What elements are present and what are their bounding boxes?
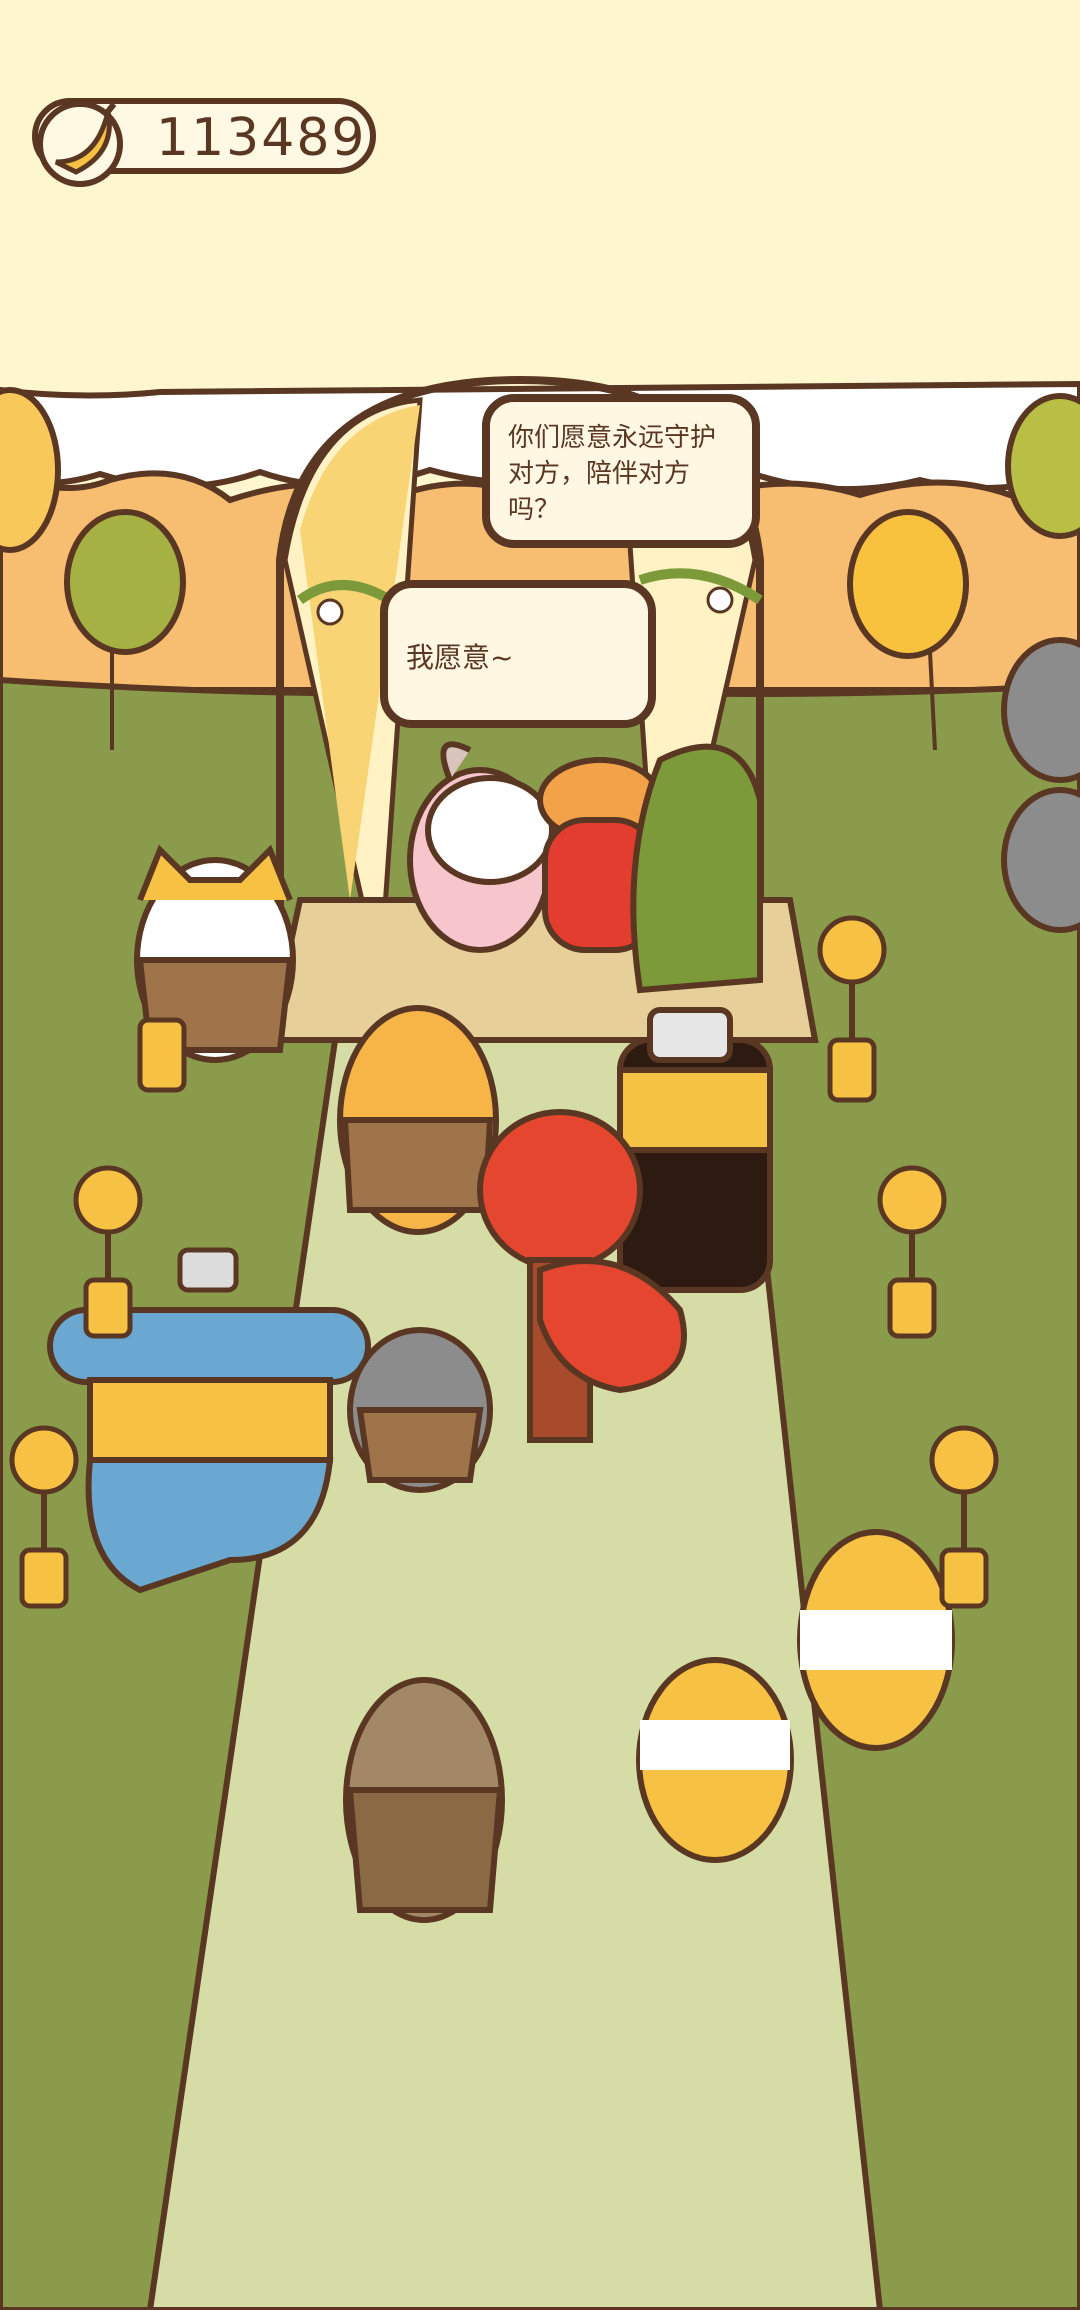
cat-gray-center xyxy=(347,1327,493,1493)
cat-tabby-bottom xyxy=(343,1677,505,1923)
coin-count: 113489 xyxy=(156,108,367,168)
banana-icon xyxy=(37,101,123,187)
wedding-scene xyxy=(0,0,1080,2310)
couple-reply: 我愿意~ xyxy=(406,641,514,674)
couple-speech-bubble: 我愿意~ xyxy=(380,580,656,728)
flower-pot-1 xyxy=(137,1017,187,1093)
cat-shiba-back xyxy=(636,1657,794,1863)
cat-shiba-right xyxy=(797,1529,955,1751)
priest-speech-bubble: 你们愿意永远守护对方，陪伴对方吗？ xyxy=(482,394,760,548)
priest-line: 你们愿意永远守护对方，陪伴对方吗？ xyxy=(508,423,717,525)
coin-counter: 113489 xyxy=(32,98,376,187)
cat-tabby-orange xyxy=(337,1005,499,1235)
